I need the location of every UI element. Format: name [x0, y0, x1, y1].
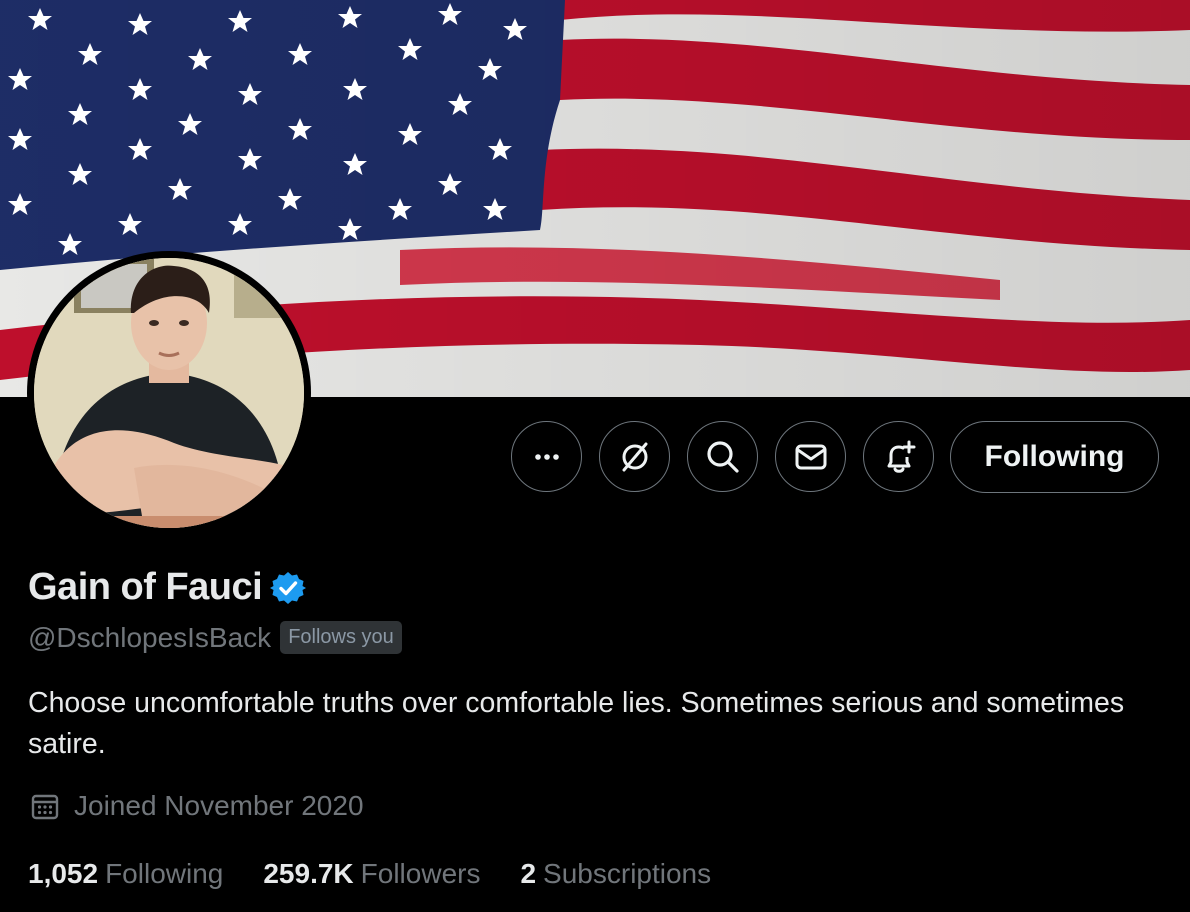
search-icon [706, 440, 739, 473]
follows-you-badge: Follows you [280, 621, 402, 654]
grok-icon [622, 442, 647, 471]
more-icon [534, 453, 559, 460]
message-button[interactable] [775, 421, 846, 492]
followers-label: Followers [360, 858, 481, 889]
profile-bio: Choose uncomfortable truths over comfort… [28, 687, 1125, 760]
notify-button[interactable] [863, 421, 934, 492]
profile-page: Following Gain of Fauci @DschlopesIsBack… [0, 0, 1190, 912]
message-icon [795, 444, 826, 469]
avatar-photo [34, 258, 304, 528]
followers-count: 259.7K [263, 858, 354, 889]
following-stat-link[interactable]: 1,052 Following [28, 858, 223, 890]
grok-button[interactable] [599, 421, 670, 492]
profile-stats: 1,052 Following 259.7K Followers 2 Subsc… [28, 858, 751, 890]
following-button[interactable]: Following [950, 421, 1159, 493]
subscriptions-count: 2 [520, 858, 537, 889]
following-count: 1,052 [28, 858, 99, 889]
subscriptions-label: Subscriptions [543, 858, 712, 889]
handle: @DschlopesIsBack [28, 621, 272, 653]
display-name: Gain of Fauci [28, 566, 263, 608]
avatar-image [34, 258, 304, 528]
joined-date: Joined November 2020 [74, 790, 364, 821]
followers-stat-link[interactable]: 259.7K Followers [263, 858, 480, 890]
handle-row: @DschlopesIsBack Follows you [28, 621, 402, 654]
calendar-icon [31, 794, 59, 820]
search-button[interactable] [687, 421, 758, 492]
subscriptions-stat-link[interactable]: 2 Subscriptions [520, 858, 711, 890]
profile-actions [511, 421, 934, 492]
profile-name-row: Gain of Fauci [28, 566, 307, 609]
verified-icon [270, 571, 307, 604]
bell-plus-icon [887, 440, 915, 473]
verified-badge-icon[interactable] [270, 570, 307, 606]
more-button[interactable] [511, 421, 582, 492]
avatar[interactable] [27, 251, 311, 535]
following-label: Following [105, 858, 224, 889]
joined-row: Joined November 2020 [30, 790, 364, 822]
